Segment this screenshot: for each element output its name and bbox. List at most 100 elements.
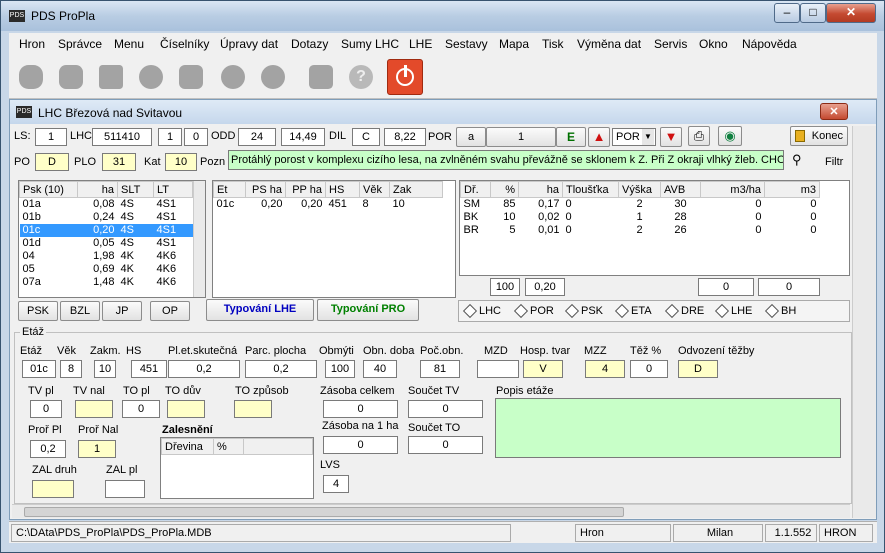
search-map-icon[interactable] bbox=[255, 59, 291, 95]
zasoba-celkem-field[interactable]: 0 bbox=[323, 400, 398, 418]
folder-icon[interactable] bbox=[53, 59, 89, 95]
obn-doba-field[interactable]: 40 bbox=[363, 360, 397, 378]
et-header-ps-ha[interactable]: PS ha bbox=[245, 181, 286, 198]
tv-nal-field[interactable] bbox=[75, 400, 113, 418]
horizontal-scrollbar[interactable] bbox=[12, 504, 850, 518]
level-lhc[interactable]: LHC bbox=[462, 304, 501, 319]
zal-header-drevina[interactable]: Dřevina bbox=[161, 438, 214, 455]
etaz-field[interactable]: 01c bbox=[22, 360, 56, 378]
lvs-field[interactable]: 4 bbox=[323, 475, 349, 493]
et-header-zak[interactable]: Zak bbox=[389, 181, 443, 198]
lhc-field-2[interactable]: 0 bbox=[184, 128, 208, 146]
et-header-hs[interactable]: HS bbox=[325, 181, 360, 198]
notes-icon[interactable] bbox=[93, 59, 129, 95]
menu-lhe[interactable]: LHE bbox=[409, 37, 432, 51]
table-row-selected[interactable]: 01c 0,20 4S 4S1 bbox=[19, 223, 193, 237]
book-icon[interactable] bbox=[303, 59, 339, 95]
dil-field[interactable]: C bbox=[352, 128, 380, 146]
menu-ciselniky[interactable]: Číselníky bbox=[160, 37, 209, 51]
menu-okno[interactable]: Okno bbox=[699, 37, 728, 51]
mzd-field[interactable] bbox=[477, 360, 519, 378]
menu-menu[interactable]: Menu bbox=[114, 37, 144, 51]
hs-field[interactable]: 451 bbox=[131, 360, 167, 378]
tab-bzl[interactable]: BZL bbox=[60, 301, 100, 321]
menu-sumy-lhc[interactable]: Sumy LHC bbox=[341, 37, 399, 51]
tree-icon[interactable] bbox=[133, 59, 169, 95]
table-row[interactable]: 05 0,69 4K 4K6 bbox=[20, 263, 193, 276]
typovani-lhe-button[interactable]: Typování LHE bbox=[206, 299, 314, 321]
vertical-scrollbar[interactable] bbox=[852, 126, 876, 518]
menu-napoveda[interactable]: Nápověda bbox=[742, 37, 797, 51]
typovani-pro-button[interactable]: Typování PRO bbox=[317, 299, 419, 321]
odd-area-field[interactable]: 14,49 bbox=[281, 128, 325, 146]
dr-header-pct[interactable]: % bbox=[490, 181, 519, 198]
menu-vymena-dat[interactable]: Výměna dat bbox=[577, 37, 641, 51]
arrow-down-icon[interactable]: ▼ bbox=[660, 127, 682, 147]
table-row[interactable]: 07a 1,48 4K 4K6 bbox=[20, 276, 193, 289]
filtr-button[interactable]: Filtr bbox=[825, 156, 843, 168]
odd-field[interactable]: 24 bbox=[238, 128, 276, 146]
level-bh[interactable]: BH bbox=[764, 304, 796, 319]
level-psk[interactable]: PSK bbox=[564, 304, 603, 319]
popis-etaze-field[interactable] bbox=[495, 398, 841, 458]
kat-field[interactable]: 10 bbox=[165, 153, 197, 171]
konec-button[interactable]: Konec bbox=[790, 126, 848, 146]
help-icon[interactable]: ? bbox=[343, 59, 379, 95]
dr-header-avb[interactable]: AVB bbox=[660, 181, 701, 198]
dr-header-vyska[interactable]: Výška bbox=[618, 181, 661, 198]
tab-psk[interactable]: PSK bbox=[18, 301, 58, 321]
users-icon[interactable] bbox=[13, 59, 49, 95]
table-row[interactable]: BK 10 0,02 0 1 28 0 0 bbox=[461, 211, 820, 224]
tez-pct-field[interactable]: 0 bbox=[630, 360, 668, 378]
soucet-tv-field[interactable]: 0 bbox=[408, 400, 483, 418]
dr-header-ha[interactable]: ha bbox=[518, 181, 563, 198]
psk-header-slt[interactable]: SLT bbox=[117, 181, 154, 198]
lhc-field-1[interactable]: 1 bbox=[158, 128, 182, 146]
zal-header-pct[interactable]: % bbox=[213, 438, 244, 455]
tab-op[interactable]: OP bbox=[150, 301, 190, 321]
psk-header-lt[interactable]: LT bbox=[153, 181, 193, 198]
maximize-button[interactable]: □ bbox=[800, 3, 826, 23]
prof-nal-field[interactable]: 1 bbox=[78, 440, 116, 458]
table-row[interactable]: SM 85 0,17 0 2 30 0 0 bbox=[461, 198, 820, 211]
dr-header-m3[interactable]: m3 bbox=[764, 181, 820, 198]
tv-pl-field[interactable]: 0 bbox=[30, 400, 62, 418]
arrow-up-icon[interactable]: ▲ bbox=[588, 127, 610, 147]
zal-druh-field[interactable] bbox=[32, 480, 74, 498]
plo-field[interactable]: 31 bbox=[102, 153, 136, 171]
lhc-field[interactable]: 511410 bbox=[92, 128, 152, 146]
power-icon[interactable] bbox=[387, 59, 423, 95]
et-header-vek[interactable]: Věk bbox=[359, 181, 390, 198]
child-close-button[interactable]: ✕ bbox=[820, 103, 848, 120]
close-button[interactable]: ✕ bbox=[826, 3, 876, 23]
zakm-field[interactable]: 10 bbox=[94, 360, 116, 378]
zal-pl-field[interactable] bbox=[105, 480, 145, 498]
table-row[interactable]: 01b 0,24 4S 4S1 bbox=[20, 211, 193, 224]
scrollbar-thumb[interactable] bbox=[24, 507, 624, 517]
menu-mapa[interactable]: Mapa bbox=[499, 37, 529, 51]
dr-header-tloustka[interactable]: Tloušťka bbox=[562, 181, 619, 198]
odvozeni-tezby-field[interactable]: D bbox=[678, 360, 718, 378]
psk-header-psk[interactable]: Psk (10) bbox=[19, 181, 78, 198]
menu-sestavy[interactable]: Sestavy bbox=[445, 37, 488, 51]
ls-field[interactable]: 1 bbox=[35, 128, 67, 146]
prof-pl-field[interactable]: 0,2 bbox=[30, 440, 66, 458]
globe-green-icon[interactable]: ◉ bbox=[718, 126, 742, 146]
tab-jp[interactable]: JP bbox=[102, 301, 142, 321]
binoculars-icon[interactable]: ⚲ bbox=[792, 152, 802, 168]
table-row[interactable]: BR 5 0,01 0 2 26 0 0 bbox=[461, 224, 820, 237]
soucet-to-field[interactable]: 0 bbox=[408, 436, 483, 454]
to-pl-field[interactable]: 0 bbox=[122, 400, 160, 418]
hosp-tvar-field[interactable]: V bbox=[523, 360, 563, 378]
menu-upravy-dat[interactable]: Úpravy dat bbox=[220, 37, 278, 51]
vek-field[interactable]: 8 bbox=[60, 360, 82, 378]
to-duv-field[interactable] bbox=[167, 400, 205, 418]
table-row[interactable]: 01a 0,08 4S 4S1 bbox=[20, 198, 193, 211]
level-lhe[interactable]: LHE bbox=[714, 304, 752, 319]
psk-scrollbar[interactable] bbox=[193, 181, 205, 297]
poc-obn-field[interactable]: 81 bbox=[420, 360, 460, 378]
por-number-field[interactable]: 1 bbox=[486, 127, 556, 147]
printer-icon[interactable]: ⎙ bbox=[688, 126, 710, 146]
menu-hron[interactable]: Hron bbox=[19, 37, 45, 51]
tools-icon[interactable] bbox=[173, 59, 209, 95]
